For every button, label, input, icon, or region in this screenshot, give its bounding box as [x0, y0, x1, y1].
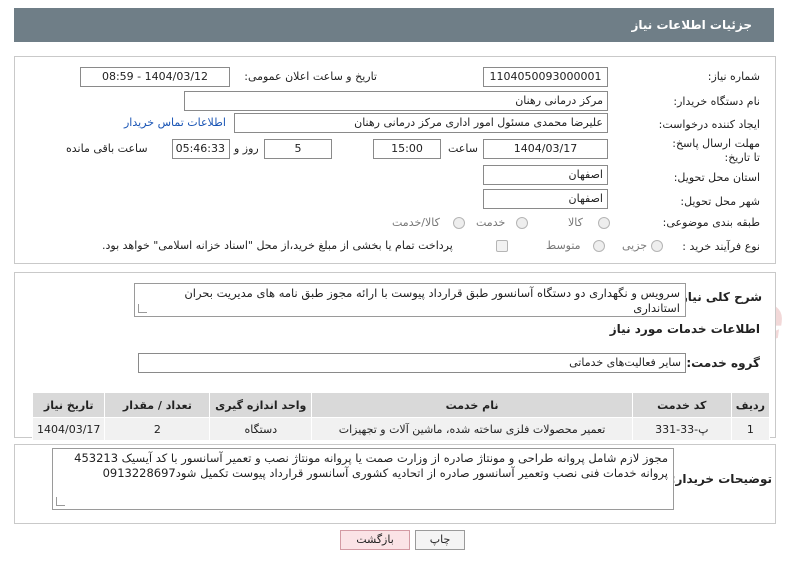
- buyer-org-label: نام دستگاه خریدار:: [673, 95, 760, 108]
- category-label: طبقه بندی موضوعی:: [662, 216, 760, 229]
- cell-qty: 2: [104, 417, 211, 441]
- col-name: نام خدمت: [311, 392, 633, 418]
- service-group-label: گروه خدمت:: [686, 356, 760, 370]
- category-goods-label: کالا: [568, 216, 583, 229]
- buyer-contact-link[interactable]: اطلاعات تماس خریدار: [124, 116, 226, 129]
- category-service-radio[interactable]: [516, 217, 528, 229]
- summary-label: شرح کلی نیاز:: [676, 290, 762, 304]
- col-unit: واحد اندازه گیری: [209, 392, 313, 418]
- need-info-panel: [14, 56, 776, 264]
- service-group-field: سایر فعالیت‌های خدماتی: [138, 353, 686, 373]
- remaining-time-label: ساعت باقی مانده: [66, 142, 148, 155]
- province-field: اصفهان: [483, 165, 608, 185]
- cell-unit: دستگاه: [209, 417, 313, 441]
- purchase-type-label: نوع فرآیند خرید :: [682, 240, 760, 253]
- category-goods-service-radio[interactable]: [453, 217, 465, 229]
- cell-code: پ-33-331: [631, 417, 732, 441]
- days-remaining-field: 5: [264, 139, 332, 159]
- cell-date: 1404/03/17: [31, 417, 106, 441]
- cell-row: 1: [730, 417, 771, 441]
- days-label: روز و: [234, 142, 259, 155]
- purchase-medium-radio[interactable]: [593, 240, 605, 252]
- deadline-time-field: 15:00: [373, 139, 441, 159]
- city-label: شهر محل تحویل:: [680, 195, 760, 208]
- buyer-notes-text: مجوز لازم شامل پروانه طراحی و مونتاژ صاد…: [74, 451, 668, 480]
- services-section-title: اطلاعات خدمات مورد نیاز: [609, 322, 760, 336]
- purchase-minor-label: جزیی: [622, 239, 648, 252]
- deadline-time-label: ساعت: [448, 142, 478, 155]
- buyer-notes-label: توضیحات خریدار:: [670, 472, 772, 486]
- page-header: جزئیات اطلاعات نیاز: [14, 8, 774, 42]
- category-goods-radio[interactable]: [598, 217, 610, 229]
- col-qty: تعداد / مقدار: [104, 392, 211, 418]
- col-date: تاریخ نیاز: [31, 392, 106, 418]
- city-field: اصفهان: [483, 189, 608, 209]
- col-row: ردیف: [730, 392, 771, 418]
- page-title: جزئیات اطلاعات نیاز: [631, 18, 752, 32]
- treasury-payment-note: پرداخت تمام یا بخشی از مبلغ خرید،از محل …: [102, 239, 453, 252]
- need-number-label: شماره نیاز:: [707, 70, 760, 83]
- treasury-payment-checkbox[interactable]: [496, 240, 508, 252]
- services-table-wrap: ردیف کد خدمت نام خدمت واحد اندازه گیری ت…: [31, 392, 771, 441]
- buyer-org-field: مرکز درمانی رهنان: [184, 91, 608, 111]
- creator-field: علیرضا محمدی مسئول امور اداری مرکز درمان…: [234, 113, 608, 133]
- remaining-time-field: 05:46:33: [172, 139, 230, 159]
- summary-textarea: سرویس و نگهداری دو دستگاه آسانسور طبق قر…: [134, 283, 686, 317]
- purchase-minor-radio[interactable]: [651, 240, 663, 252]
- announce-datetime-field: 1404/03/12 - 08:59: [80, 67, 230, 87]
- summary-text: سرویس و نگهداری دو دستگاه آسانسور طبق قر…: [184, 286, 680, 315]
- back-button[interactable]: بازگشت: [340, 530, 410, 550]
- resize-grip-icon[interactable]: [56, 497, 65, 506]
- table-header-row: ردیف کد خدمت نام خدمت واحد اندازه گیری ت…: [31, 392, 771, 418]
- deadline-label: مهلت ارسال پاسخ: تا تاریخ:: [672, 137, 760, 164]
- print-button[interactable]: چاپ: [415, 530, 465, 550]
- category-goods-service-label: کالا/خدمت: [392, 216, 440, 229]
- announce-datetime-label: تاریخ و ساعت اعلان عمومی:: [244, 70, 377, 83]
- province-label: استان محل تحویل:: [673, 171, 760, 184]
- creator-label: ایجاد کننده درخواست:: [658, 118, 760, 131]
- cell-name: تعمیر محصولات فلزی ساخته شده، ماشین آلات…: [311, 417, 633, 441]
- need-number-field: 1104050093000001: [483, 67, 608, 87]
- deadline-date-field: 1404/03/17: [483, 139, 608, 159]
- buyer-notes-textarea: مجوز لازم شامل پروانه طراحی و مونتاژ صاد…: [52, 448, 674, 510]
- services-table: ردیف کد خدمت نام خدمت واحد اندازه گیری ت…: [31, 392, 771, 441]
- col-code: کد خدمت: [631, 392, 732, 418]
- table-row: 1 پ-33-331 تعمیر محصولات فلزی ساخته شده،…: [31, 417, 771, 441]
- purchase-medium-label: متوسط: [546, 239, 581, 252]
- resize-grip-icon[interactable]: [138, 304, 147, 313]
- category-service-label: خدمت: [476, 216, 506, 229]
